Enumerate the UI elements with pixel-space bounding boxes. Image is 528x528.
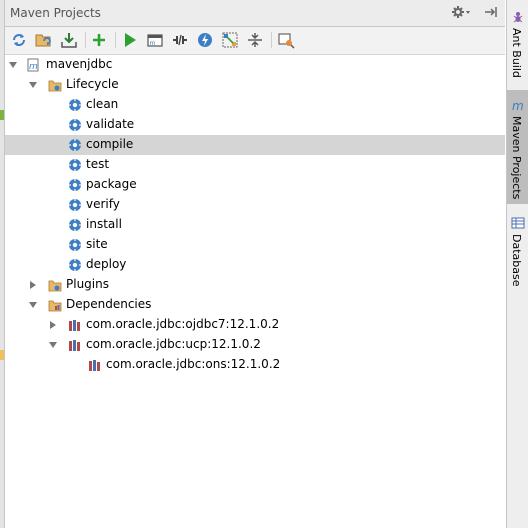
svg-text:m: m	[29, 62, 38, 72]
download-icon[interactable]	[60, 31, 78, 49]
maven-toolbar: m	[5, 27, 505, 55]
tree-node-dependencies[interactable]: Dependencies	[5, 295, 505, 315]
add-icon[interactable]	[90, 31, 108, 49]
goal-gear-icon	[68, 158, 82, 172]
gutter-marker	[0, 350, 4, 360]
tree-node-goal[interactable]: validate	[5, 115, 505, 135]
goal-label: verify	[86, 197, 120, 211]
project-name: mavenjdbc	[46, 57, 113, 71]
goal-label: install	[86, 217, 122, 231]
goal-gear-icon	[68, 138, 82, 152]
svg-text:m: m	[512, 99, 524, 112]
maven-project-icon: m	[27, 58, 41, 72]
expanded-arrow-icon[interactable]	[48, 340, 58, 350]
goal-gear-icon	[68, 218, 82, 232]
right-tool-window-bar: Ant Build m Maven Projects Database	[506, 0, 528, 528]
tree-node-goal[interactable]: package	[5, 175, 505, 195]
tab-label: Ant Build	[510, 28, 523, 78]
panel-title: Maven Projects	[10, 6, 101, 20]
goal-gear-icon	[68, 238, 82, 252]
library-icon	[68, 338, 82, 352]
dependency-label: com.oracle.jdbc:ojdbc7:12.1.0.2	[86, 317, 280, 331]
plugins-folder-icon	[48, 278, 62, 292]
database-icon	[511, 216, 525, 230]
goal-label: package	[86, 177, 137, 191]
goal-label: deploy	[86, 257, 127, 271]
collapsed-arrow-icon[interactable]	[28, 280, 38, 290]
tree-node-lifecycle[interactable]: Lifecycle	[5, 75, 505, 95]
tree-node-goal[interactable]: clean	[5, 95, 505, 115]
goal-gear-icon	[68, 118, 82, 132]
tab-maven-projects[interactable]: m Maven Projects	[507, 90, 528, 204]
plugins-label: Plugins	[66, 277, 109, 291]
lifecycle-label: Lifecycle	[66, 77, 119, 91]
reimport-icon[interactable]	[10, 31, 28, 49]
expanded-arrow-icon[interactable]	[8, 60, 18, 70]
maven-tool-window: Maven Projects m m mavenjdbc Lifecycle c…	[0, 0, 528, 528]
tree-node-goal[interactable]: verify	[5, 195, 505, 215]
maven-icon: m	[511, 98, 525, 113]
tab-label: Maven Projects	[510, 116, 523, 200]
dependencies-label: Dependencies	[66, 297, 152, 311]
tab-ant-build[interactable]: Ant Build	[507, 4, 528, 84]
expanded-arrow-icon[interactable]	[28, 300, 38, 310]
toolbar-separator	[271, 32, 272, 48]
collapsed-arrow-icon[interactable]	[48, 320, 58, 330]
tree-node-goal[interactable]: deploy	[5, 255, 505, 275]
generate-sources-icon[interactable]	[35, 31, 53, 49]
panel-titlebar: Maven Projects	[5, 0, 505, 27]
tree-node-goal[interactable]: install	[5, 215, 505, 235]
goal-label: site	[86, 237, 108, 251]
show-dependencies-icon[interactable]	[221, 31, 239, 49]
tree-node-goal-selected[interactable]: compile	[5, 135, 505, 155]
skip-tests-icon[interactable]	[196, 31, 214, 49]
gutter-marker	[0, 110, 4, 120]
collapse-all-icon[interactable]	[246, 31, 264, 49]
expanded-arrow-icon[interactable]	[28, 80, 38, 90]
goal-label: clean	[86, 97, 119, 111]
toolbar-separator	[85, 32, 86, 48]
tree-node-goal[interactable]: site	[5, 235, 505, 255]
goal-gear-icon	[68, 178, 82, 192]
maven-project-tree: m mavenjdbc Lifecycle clean validate com…	[5, 55, 505, 528]
ant-icon	[511, 10, 525, 24]
tree-node-project[interactable]: m mavenjdbc	[5, 55, 505, 75]
goal-gear-icon	[68, 198, 82, 212]
tree-node-dependency[interactable]: com.oracle.jdbc:ojdbc7:12.1.0.2	[5, 315, 505, 335]
tree-node-plugins[interactable]: Plugins	[5, 275, 505, 295]
tree-node-goal[interactable]: test	[5, 155, 505, 175]
gear-icon[interactable]	[451, 4, 471, 20]
goal-gear-icon	[68, 258, 82, 272]
dependency-label: com.oracle.jdbc:ons:12.1.0.2	[106, 357, 281, 371]
toolbar-separator	[115, 32, 116, 48]
library-icon	[88, 358, 102, 372]
goal-label: test	[86, 157, 110, 171]
maven-projects-panel: Maven Projects m m mavenjdbc Lifecycle c…	[5, 0, 505, 528]
settings-icon[interactable]	[277, 31, 295, 49]
toggle-offline-icon[interactable]	[171, 31, 189, 49]
tree-node-dependency[interactable]: com.oracle.jdbc:ucp:12.1.0.2	[5, 335, 505, 355]
tab-label: Database	[510, 234, 523, 287]
goal-label: compile	[86, 137, 134, 151]
lifecycle-folder-icon	[48, 78, 62, 92]
dependency-label: com.oracle.jdbc:ucp:12.1.0.2	[86, 337, 261, 351]
dependencies-folder-icon	[48, 298, 62, 312]
goal-label: validate	[86, 117, 135, 131]
execute-goal-icon[interactable]: m	[146, 31, 164, 49]
library-icon	[68, 318, 82, 332]
tree-node-dependency-child[interactable]: com.oracle.jdbc:ons:12.1.0.2	[5, 355, 505, 375]
goal-gear-icon	[68, 98, 82, 112]
run-icon[interactable]	[121, 31, 139, 49]
svg-text:m: m	[150, 40, 156, 47]
hide-panel-icon[interactable]	[483, 4, 499, 20]
tab-database[interactable]: Database	[507, 210, 528, 290]
